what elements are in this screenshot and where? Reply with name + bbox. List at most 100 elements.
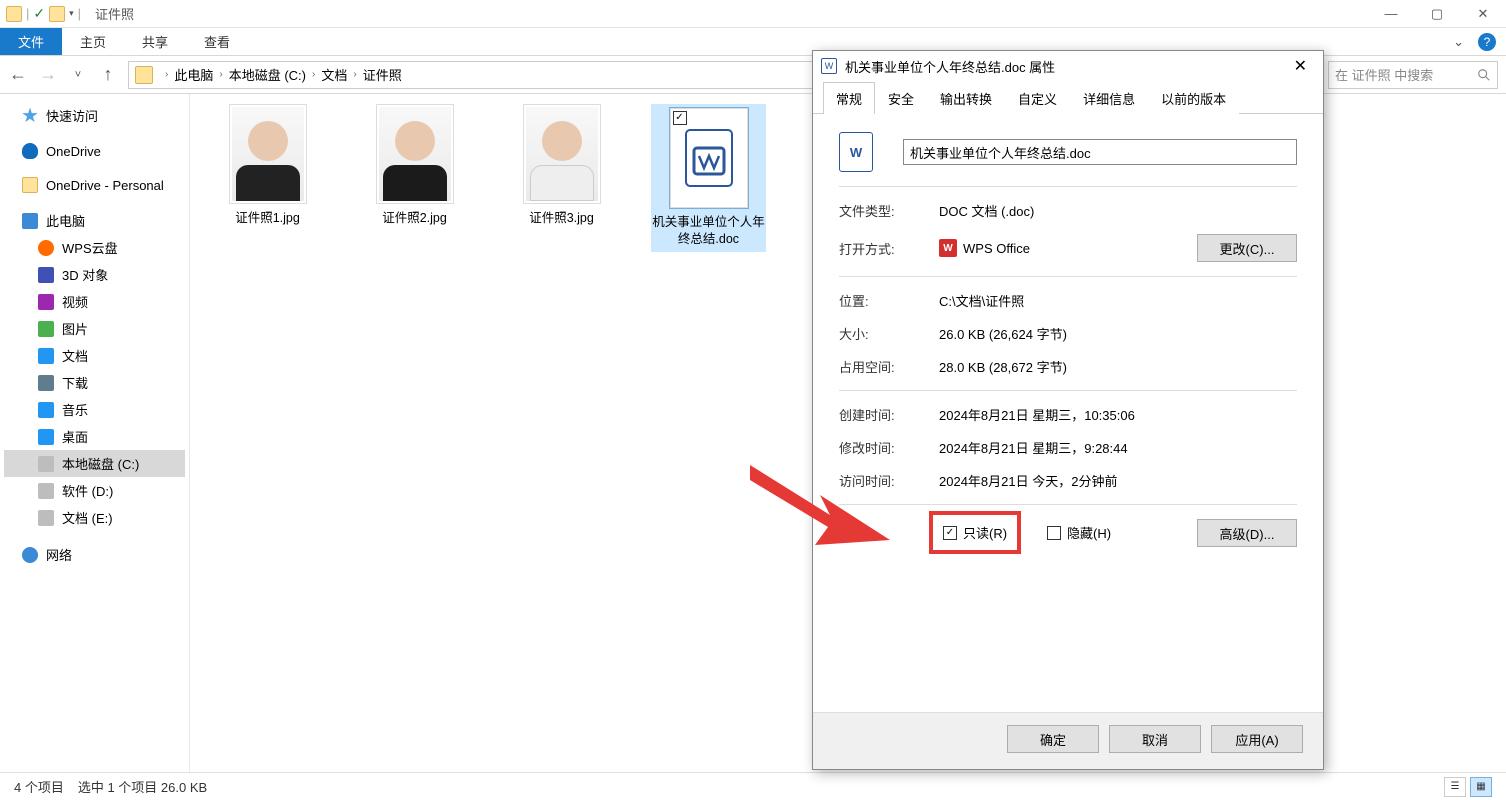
sidebar-wps[interactable]: WPS云盘 [4,234,185,261]
back-button[interactable]: ← [8,64,28,85]
sidebar-3d[interactable]: 3D 对象 [4,261,185,288]
dialog-close-button[interactable]: ✕ [1286,56,1315,76]
file-item[interactable]: 证件照1.jpg [210,104,325,227]
qat-dropdown[interactable]: ▾ [69,8,74,19]
search-placeholder: 在 证件照 中搜索 [1335,65,1433,84]
crumb-docs[interactable]: 文档 [321,65,347,84]
dialog-titlebar[interactable]: W 机关事业单位个人年终总结.doc 属性 ✕ [813,51,1323,81]
up-button[interactable]: ↑ [98,64,118,85]
value-modified: 2024年8月21日 星期三，9:28:44 [939,438,1297,457]
file-label: 证件照3.jpg [504,210,619,227]
label-file-type: 文件类型: [839,201,939,220]
view-switcher: ☰ ▦ [1444,777,1492,797]
tab-general[interactable]: 常规 [823,82,875,114]
folder-icon [135,66,153,84]
hidden-checkbox[interactable]: 隐藏(H) [1047,523,1111,542]
tab-versions[interactable]: 以前的版本 [1148,82,1239,114]
tab-share[interactable]: 共享 [124,28,186,55]
value-location: C:\文档\证件照 [939,291,1297,310]
readonly-checkbox[interactable]: ✓ 只读(R) [943,523,1007,542]
file-tab[interactable]: 文件 [0,28,62,55]
recent-dropdown[interactable]: ˅ [68,69,88,81]
sidebar-onedrive[interactable]: OneDrive [4,139,185,163]
value-size-on-disk: 28.0 KB (28,672 字节) [939,357,1297,376]
sidebar-quick-access[interactable]: 快速访问 [4,102,185,129]
tab-output[interactable]: 输出转换 [927,82,1005,114]
tab-security[interactable]: 安全 [875,82,927,114]
file-label: 证件照2.jpg [357,210,472,227]
tab-custom[interactable]: 自定义 [1005,82,1070,114]
dialog-title-text: 机关事业单位个人年终总结.doc 属性 [845,57,1055,76]
value-size: 26.0 KB (26,624 字节) [939,324,1297,343]
sidebar-disk-e[interactable]: 文档 (E:) [4,504,185,531]
view-details-button[interactable]: ☰ [1444,777,1466,797]
advanced-button[interactable]: 高级(D)... [1197,519,1297,547]
ok-button[interactable]: 确定 [1007,725,1099,753]
sidebar-downloads[interactable]: 下载 [4,369,185,396]
forward-button[interactable]: → [38,64,58,85]
sidebar-onedrive-personal[interactable]: OneDrive - Personal [4,173,185,197]
folder-icon-2[interactable] [49,6,65,22]
cancel-button[interactable]: 取消 [1109,725,1201,753]
close-button[interactable]: ✕ [1460,0,1506,28]
file-label: 证件照1.jpg [210,210,325,227]
sidebar-desktop[interactable]: 桌面 [4,423,185,450]
properties-dialog: W 机关事业单位个人年终总结.doc 属性 ✕ 常规 安全 输出转换 自定义 详… [812,50,1324,770]
maximize-button[interactable]: ▢ [1414,0,1460,28]
window-title: 证件照 [95,4,134,23]
doc-icon [684,128,734,188]
quick-access-toolbar: | ✓ ▾ | [0,5,87,22]
help-icon[interactable]: ? [1478,33,1496,51]
check-icon[interactable]: ✓ [33,5,45,22]
label-size-on-disk: 占用空间: [839,357,939,376]
qat-sep-2: | [78,6,81,21]
crumb-folder[interactable]: 证件照 [363,65,402,84]
checkbox-icon: ✓ [943,526,957,540]
sidebar-video[interactable]: 视频 [4,288,185,315]
change-button[interactable]: 更改(C)... [1197,234,1297,262]
titlebar: | ✓ ▾ | 证件照 — ▢ ✕ [0,0,1506,28]
readonly-highlight: ✓ 只读(R) [929,511,1021,554]
status-count: 4 个项目 [14,777,64,796]
status-selected: 选中 1 个项目 26.0 KB [78,777,207,796]
view-icons-button[interactable]: ▦ [1470,777,1492,797]
sidebar-disk-d[interactable]: 软件 (D:) [4,477,185,504]
dialog-footer: 确定 取消 应用(A) [813,712,1323,769]
minimize-button[interactable]: — [1368,0,1414,28]
search-icon [1477,68,1491,82]
label-attributes: 属性: [839,519,939,538]
crumb-pc[interactable]: 此电脑 [174,65,213,84]
sidebar-pictures[interactable]: 图片 [4,315,185,342]
sidebar-documents[interactable]: 文档 [4,342,185,369]
file-type-icon: W [839,132,873,172]
label-accessed: 访问时间: [839,471,939,490]
apply-button[interactable]: 应用(A) [1211,725,1303,753]
file-item-selected[interactable]: ✓ 机关事业单位个人年终总结.doc [651,104,766,252]
filename-input[interactable] [903,139,1297,165]
statusbar: 4 个项目 选中 1 个项目 26.0 KB ☰ ▦ [0,772,1506,800]
file-item[interactable]: 证件照2.jpg [357,104,472,227]
tab-view[interactable]: 查看 [186,28,248,55]
checkbox-icon[interactable]: ✓ [673,111,687,125]
sidebar-network[interactable]: 网络 [4,541,185,568]
crumb-disk[interactable]: 本地磁盘 (C:) [229,65,306,84]
value-created: 2024年8月21日 星期三，10:35:06 [939,405,1297,424]
tab-home[interactable]: 主页 [62,28,124,55]
file-item[interactable]: 证件照3.jpg [504,104,619,227]
wps-icon: W [939,239,957,257]
search-input[interactable]: 在 证件照 中搜索 [1328,61,1498,89]
sidebar-thispc[interactable]: 此电脑 [4,207,185,234]
sidebar: 快速访问 OneDrive OneDrive - Personal 此电脑 WP… [0,94,190,772]
file-label: 机关事业单位个人年终总结.doc [651,214,766,248]
checkbox-icon [1047,526,1061,540]
ribbon-expand[interactable]: ⌄ [1443,28,1474,55]
sidebar-music[interactable]: 音乐 [4,396,185,423]
sidebar-disk-c[interactable]: 本地磁盘 (C:) [4,450,185,477]
label-open-with: 打开方式: [839,239,939,258]
doc-icon: W [821,58,837,74]
label-modified: 修改时间: [839,438,939,457]
qat-sep: | [26,6,29,21]
value-file-type: DOC 文档 (.doc) [939,201,1297,220]
value-accessed: 2024年8月21日 今天，2分钟前 [939,471,1297,490]
tab-details[interactable]: 详细信息 [1070,82,1148,114]
